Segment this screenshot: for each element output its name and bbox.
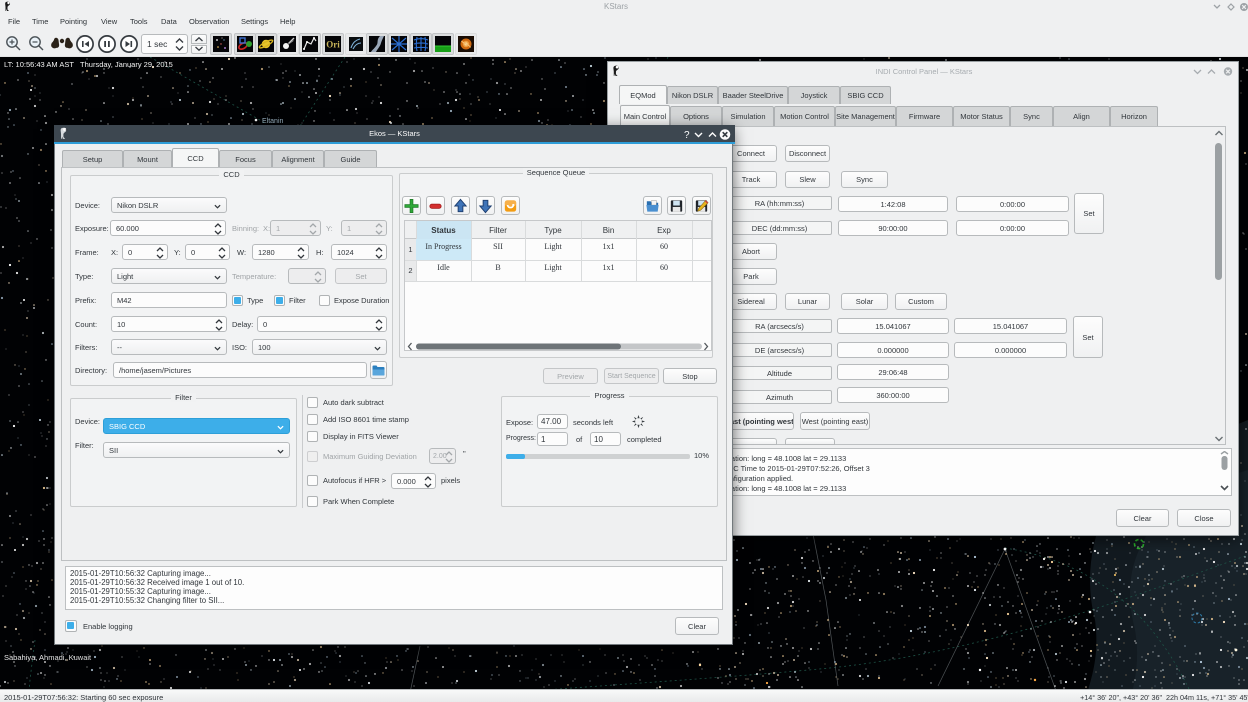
svg-text:Ori: Ori bbox=[326, 40, 340, 50]
svg-text:?: ? bbox=[684, 130, 690, 141]
